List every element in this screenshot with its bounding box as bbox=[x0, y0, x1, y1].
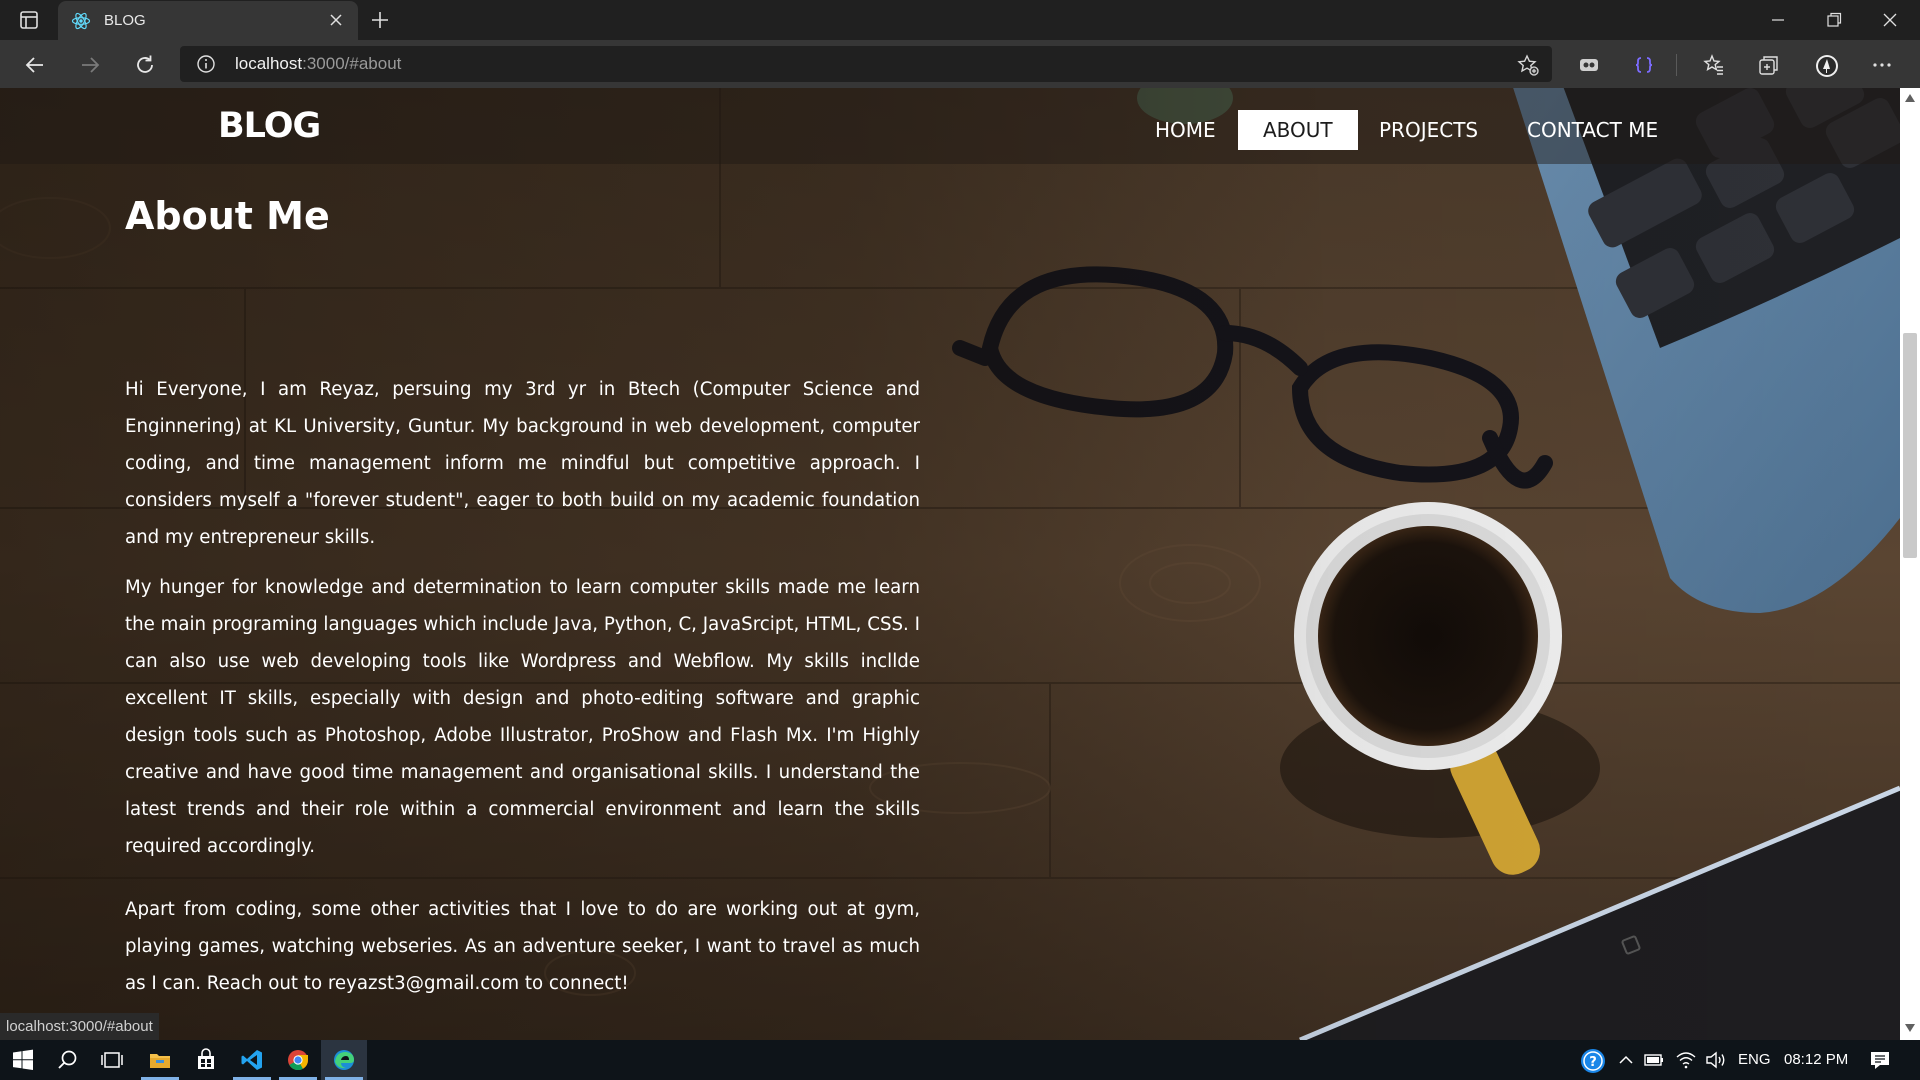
browser-toolbar: localhost:3000/#about bbox=[0, 40, 1920, 88]
collections-icon[interactable] bbox=[1752, 48, 1786, 82]
search-icon[interactable] bbox=[45, 1040, 91, 1080]
input-language-indicator[interactable]: ENG bbox=[1738, 1051, 1771, 1068]
browser-tab-bar: BLOG bbox=[0, 0, 1920, 40]
about-paragraph-skills: My hunger for knowledge and determinatio… bbox=[125, 577, 920, 857]
react-icon bbox=[71, 11, 91, 31]
extension-icon[interactable] bbox=[1572, 48, 1606, 82]
chrome-icon[interactable] bbox=[275, 1040, 321, 1080]
site-info-icon[interactable] bbox=[196, 54, 216, 74]
store-icon[interactable] bbox=[183, 1040, 229, 1080]
add-favorite-icon[interactable] bbox=[1516, 53, 1540, 77]
nav-home-link[interactable]: HOME bbox=[1130, 110, 1241, 150]
close-tab-icon[interactable] bbox=[326, 10, 346, 30]
scrollbar-thumb[interactable] bbox=[1903, 333, 1917, 558]
link-status-bubble: localhost:3000/#about bbox=[0, 1013, 159, 1040]
back-icon[interactable] bbox=[18, 48, 52, 82]
minimize-icon[interactable] bbox=[1750, 0, 1806, 40]
tab-title: BLOG bbox=[104, 12, 146, 29]
windows-taskbar: ? ENG 08:12 PM bbox=[0, 1040, 1920, 1080]
battery-icon[interactable] bbox=[1642, 1048, 1666, 1072]
new-tab-icon[interactable] bbox=[368, 8, 392, 32]
close-window-icon[interactable] bbox=[1862, 0, 1918, 40]
edge-icon[interactable] bbox=[321, 1040, 367, 1080]
nav-contact-link[interactable]: CONTACT ME bbox=[1502, 110, 1683, 150]
favorites-icon[interactable] bbox=[1697, 48, 1731, 82]
refresh-icon[interactable] bbox=[128, 48, 162, 82]
action-center-notifications-icon[interactable] bbox=[1868, 1048, 1892, 1072]
show-hidden-icons-chevron-icon[interactable] bbox=[1614, 1048, 1638, 1072]
toolbar-divider bbox=[1676, 54, 1677, 76]
forward-icon[interactable] bbox=[73, 48, 107, 82]
windows-start-icon[interactable] bbox=[0, 1040, 46, 1080]
volume-icon[interactable] bbox=[1704, 1048, 1728, 1072]
file-explorer-icon[interactable] bbox=[137, 1040, 183, 1080]
scroll-down-arrow-icon[interactable] bbox=[1905, 1024, 1915, 1032]
about-paragraph-hobbies: Apart from coding, some other activities… bbox=[125, 899, 920, 994]
nav-about-link[interactable]: ABOUT bbox=[1238, 110, 1358, 150]
restore-icon[interactable] bbox=[1806, 0, 1862, 40]
vscode-icon[interactable] bbox=[229, 1040, 275, 1080]
profile-avatar-icon[interactable] bbox=[1809, 48, 1843, 82]
url-text: localhost:3000/#about bbox=[235, 54, 402, 73]
svg-text:?: ? bbox=[1589, 1055, 1597, 1070]
browser-tab[interactable]: BLOG bbox=[58, 1, 358, 40]
about-paragraph-intro: Hi Everyone, I am Reyaz, persuing my 3rd… bbox=[125, 379, 920, 548]
address-field[interactable]: localhost:3000/#about bbox=[180, 46, 1552, 82]
about-heading: About Me bbox=[125, 194, 330, 238]
page-viewport: BLOG HOME ABOUT PROJECTS CONTACT ME Abou… bbox=[0, 88, 1900, 1040]
about-section: About Me Hi Everyone, I am Reyaz, persui… bbox=[125, 194, 920, 994]
site-brand-logo[interactable]: BLOG bbox=[218, 106, 321, 146]
help-icon[interactable]: ? bbox=[1580, 1048, 1605, 1073]
taskbar-clock[interactable]: 08:12 PM bbox=[1784, 1051, 1848, 1068]
site-header: BLOG HOME ABOUT PROJECTS CONTACT ME bbox=[0, 88, 1900, 164]
nav-projects-link[interactable]: PROJECTS bbox=[1354, 110, 1503, 150]
wifi-icon[interactable] bbox=[1674, 1048, 1698, 1072]
scroll-up-arrow-icon[interactable] bbox=[1905, 94, 1915, 102]
task-view-icon[interactable] bbox=[89, 1040, 135, 1080]
more-options-icon[interactable] bbox=[1865, 48, 1899, 82]
page-scrollbar[interactable] bbox=[1900, 88, 1920, 1040]
tab-actions-icon[interactable] bbox=[18, 9, 40, 31]
code-extension-icon[interactable] bbox=[1627, 48, 1661, 82]
